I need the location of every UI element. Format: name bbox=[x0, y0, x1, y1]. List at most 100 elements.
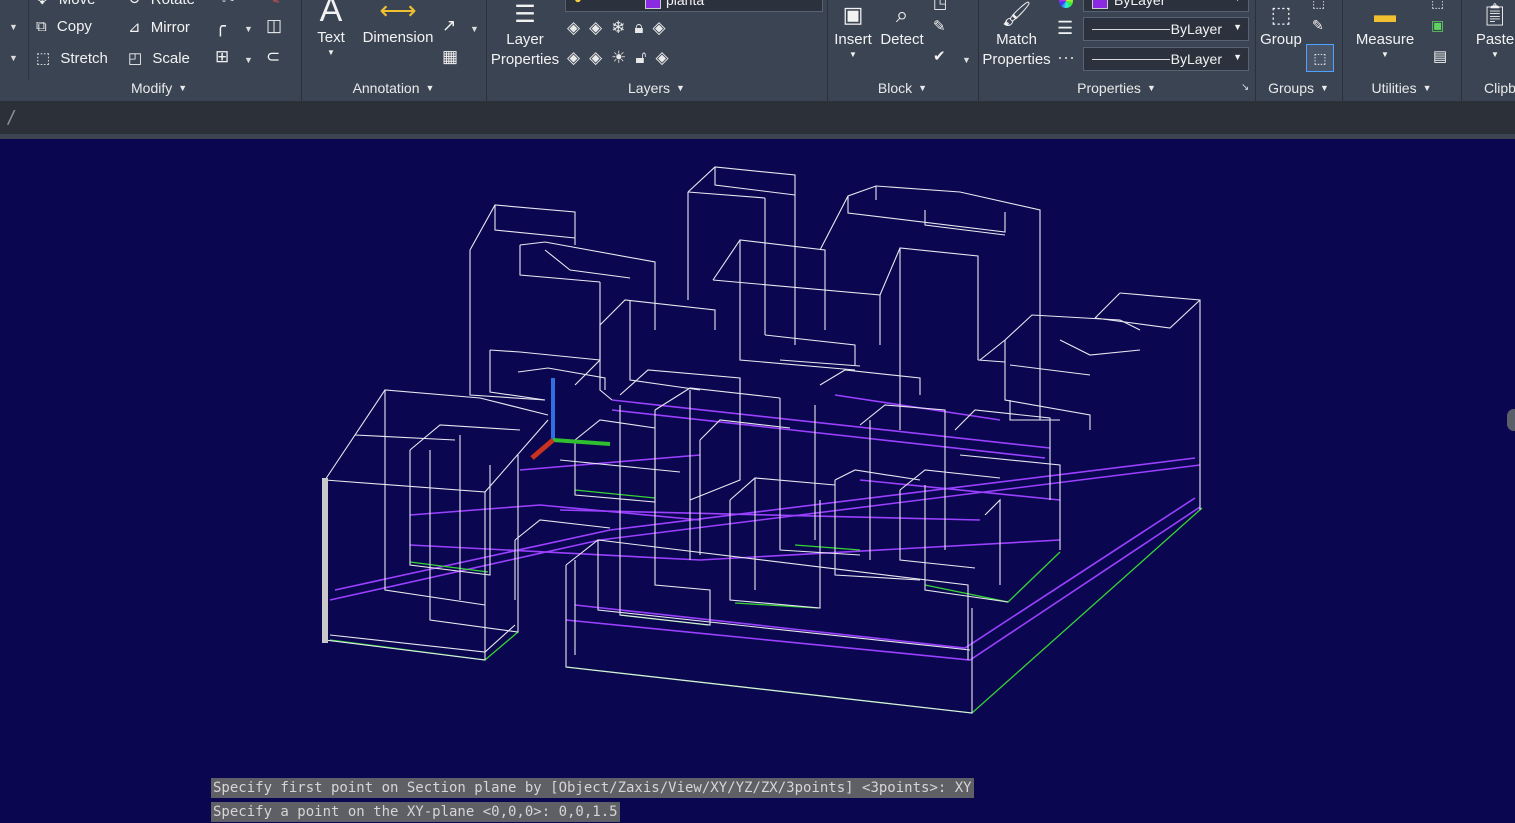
command-history-line-2: Specify a point on the XY-plane <0,0,0>:… bbox=[211, 802, 620, 822]
layer-color-swatch bbox=[645, 0, 661, 9]
layers-expand-icon: ▼ bbox=[676, 83, 685, 93]
layer-bulb-icon: ● bbox=[574, 0, 582, 6]
properties-panel-label[interactable]: Properties ▼ bbox=[979, 80, 1254, 100]
group-selection-icon[interactable]: ⬚ bbox=[1306, 44, 1334, 72]
layers-panel: ☰ Layer Properties ● planta ◈◈❄🔒︎◈ ◈◈☀🔓︎… bbox=[487, 0, 826, 101]
layer-thaw-icon[interactable]: ☀ bbox=[611, 48, 635, 67]
command-prompt: / bbox=[6, 107, 17, 128]
layers-panel-label[interactable]: Layers ▼ bbox=[487, 80, 826, 100]
properties-launcher-icon[interactable]: ↘ bbox=[1241, 82, 1249, 93]
fillet-dropdown-icon[interactable]: ▼ bbox=[244, 24, 253, 34]
color-dropdown[interactable]: ByLayer ▼ bbox=[1083, 0, 1249, 12]
utilities-expand-icon: ▼ bbox=[1422, 83, 1432, 93]
create-block-icon[interactable]: ◳ bbox=[933, 0, 947, 12]
layer-match-icon[interactable]: ◈ bbox=[652, 18, 674, 37]
edit-block-icon[interactable]: ✎ bbox=[933, 17, 946, 35]
copy-icon: ⧉ bbox=[36, 18, 47, 35]
measure-icon: ▬ bbox=[1374, 2, 1396, 27]
detect-button[interactable]: ⌕ Detect bbox=[878, 0, 926, 50]
layer-freeze-icon[interactable]: ❄ bbox=[611, 18, 634, 37]
ucs-icon bbox=[530, 378, 611, 460]
attributes-dropdown-icon[interactable]: ▼ bbox=[962, 55, 971, 65]
trim-icon[interactable]: ✂ bbox=[222, 0, 235, 8]
utilities-panel-label[interactable]: Utilities ▼ bbox=[1343, 80, 1460, 100]
mirror-icon: ⊿ bbox=[128, 19, 141, 36]
mirror-button[interactable]: ⊿ Mirror bbox=[128, 18, 190, 36]
group-button[interactable]: ⬚ Group bbox=[1258, 0, 1304, 50]
copy-dropdown-icon[interactable]: ▼ bbox=[9, 53, 18, 63]
paste-dropdown-icon: ▼ bbox=[1491, 50, 1499, 59]
lineweight-dropdown[interactable]: ByLayer ▼ bbox=[1083, 17, 1249, 41]
copy-button[interactable]: ⧉ Copy bbox=[36, 18, 92, 35]
layer-dropdown[interactable]: ● planta bbox=[565, 0, 823, 12]
color-dropdown-arrow: ▼ bbox=[1233, 0, 1242, 3]
clipboard-panel-label[interactable]: Clipb bbox=[1462, 80, 1515, 100]
explode-icon[interactable]: ◫ bbox=[266, 16, 282, 36]
dimension-icon: ⟷ bbox=[379, 0, 417, 25]
paste-button[interactable]: 📋︎ Paste ▼ bbox=[1472, 0, 1515, 60]
groups-expand-icon: ▼ bbox=[1320, 83, 1329, 93]
ribbon: ▼ ▼ ✥ Move ↻ Rotate ⧉ Copy ⊿ Mirror ⬚ St… bbox=[0, 0, 1515, 101]
linetype-icon: ⋯ bbox=[1057, 48, 1075, 68]
viewcube-edge[interactable] bbox=[1507, 409, 1515, 431]
fillet-icon[interactable]: ╭ bbox=[215, 16, 226, 37]
layer-unisolate-icon[interactable]: ◈ bbox=[589, 48, 611, 67]
stretch-button[interactable]: ⬚ Stretch bbox=[36, 49, 108, 67]
command-input-bar[interactable]: / bbox=[0, 101, 1515, 134]
text-dropdown-icon: ▼ bbox=[327, 48, 335, 57]
select-all-icon[interactable]: ▣ bbox=[1431, 17, 1444, 34]
layer-tools-row-2: ◈◈☀🔓︎◈ bbox=[567, 48, 678, 68]
match-properties-icon: 🖌︎ bbox=[1001, 1, 1032, 28]
text-icon: A bbox=[319, 0, 343, 29]
scale-button[interactable]: ◰ Scale bbox=[128, 49, 190, 67]
array-dropdown-icon[interactable]: ▼ bbox=[244, 55, 253, 65]
color-wheel-icon bbox=[1059, 0, 1073, 8]
modify-panel-label[interactable]: Modify ▼ bbox=[0, 80, 300, 100]
text-button[interactable]: A Text ▼ bbox=[308, 0, 354, 58]
insert-icon: ▣ bbox=[842, 2, 864, 27]
offset-icon[interactable]: ⊂ bbox=[266, 47, 280, 67]
paste-icon: 📋︎ bbox=[1481, 2, 1509, 27]
layer-off-icon[interactable]: ◈ bbox=[567, 18, 589, 37]
dimension-button[interactable]: ⟷ Dimension bbox=[360, 0, 436, 48]
table-icon[interactable]: ▦ bbox=[442, 47, 458, 67]
leader-icon[interactable]: ↗ bbox=[442, 16, 456, 36]
id-point-icon[interactable]: ⬚ bbox=[1431, 0, 1444, 11]
leader-dropdown-icon[interactable]: ▼ bbox=[470, 24, 479, 34]
edit-attributes-icon[interactable]: ✔ bbox=[933, 47, 946, 65]
layer-tools-row-1: ◈◈❄🔒︎◈ bbox=[567, 18, 675, 38]
linetype-dropdown[interactable]: ByLayer ▼ bbox=[1083, 47, 1249, 71]
layer-properties-button[interactable]: ☰ Layer Properties bbox=[487, 0, 563, 70]
layer-lock-icon[interactable]: 🔒︎ bbox=[634, 18, 652, 37]
layer-unlock-icon[interactable]: 🔓︎ bbox=[635, 48, 655, 67]
wireframe-model[interactable] bbox=[0, 139, 1515, 823]
layer-isolate-icon[interactable]: ◈ bbox=[589, 18, 611, 37]
block-expand-icon: ▼ bbox=[918, 83, 928, 93]
annotation-panel: A Text ▼ ⟷ Dimension ↗ ▼ ▦ Annotation ▼ bbox=[302, 0, 485, 101]
move-button[interactable]: ✥ Move bbox=[36, 0, 95, 8]
insert-button[interactable]: ▣ Insert ▼ bbox=[830, 0, 876, 60]
groups-panel-label[interactable]: Groups ▼ bbox=[1256, 80, 1341, 100]
layer-on-icon[interactable]: ◈ bbox=[567, 48, 589, 67]
array-icon[interactable]: ⊞ bbox=[215, 47, 229, 67]
erase-icon[interactable]: ✎ bbox=[268, 0, 281, 8]
stretch-icon: ⬚ bbox=[36, 50, 51, 67]
group-icon: ⬚ bbox=[1270, 2, 1292, 27]
layer-change-icon[interactable]: ◈ bbox=[655, 48, 677, 67]
building-wireframe bbox=[324, 166, 1201, 714]
properties-expand-icon: ▼ bbox=[1146, 83, 1156, 93]
block-panel-label[interactable]: Block ▼ bbox=[828, 80, 977, 100]
block-panel: ▣ Insert ▼ ⌕ Detect ◳ ✎ ✔ ▼ Block ▼ bbox=[828, 0, 977, 101]
move-dropdown-icon[interactable]: ▼ bbox=[9, 22, 18, 32]
measure-dropdown-icon: ▼ bbox=[1381, 50, 1389, 59]
measure-button[interactable]: ▬ Measure ▼ bbox=[1347, 0, 1423, 60]
rotate-button[interactable]: ↻ Rotate bbox=[128, 0, 195, 8]
calculator-icon[interactable]: ▤ bbox=[1433, 47, 1447, 65]
ungroup-icon[interactable]: ⬚ bbox=[1312, 0, 1325, 11]
match-properties-button[interactable]: 🖌︎ Match Properties bbox=[979, 0, 1054, 70]
annotation-panel-label[interactable]: Annotation ▼ bbox=[302, 80, 485, 100]
group-edit-icon[interactable]: ✎ bbox=[1312, 17, 1324, 34]
properties-panel: 🖌︎ Match Properties ByLayer ▼ ☰ ByLayer … bbox=[979, 0, 1254, 101]
drawing-viewport[interactable] bbox=[0, 139, 1515, 823]
scale-icon: ◰ bbox=[128, 50, 143, 67]
